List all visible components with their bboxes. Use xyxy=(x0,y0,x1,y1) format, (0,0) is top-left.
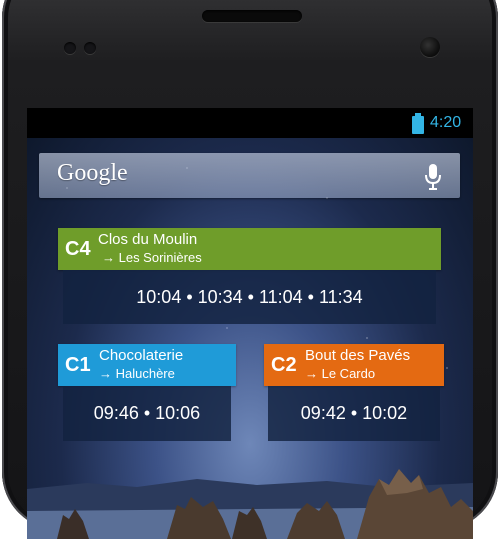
route-code: C1 xyxy=(65,354,91,376)
route-header-c4[interactable]: C4 Clos du Moulin → Les Sorinières xyxy=(58,228,441,270)
departure-times-c4[interactable]: 10:04 • 10:34 • 11:04 • 11:34 xyxy=(63,270,436,324)
direction-label: → Haluchère xyxy=(99,366,175,381)
route-code: C2 xyxy=(271,354,297,376)
earpiece-speaker xyxy=(202,10,302,22)
google-search-bar[interactable]: Google xyxy=(39,153,460,198)
route-header-c2[interactable]: C2 Bout des Pavés → Le Cardo xyxy=(264,344,444,386)
home-screen: 4:20 Google C4 Clos du Moulin → Les Sori… xyxy=(27,108,473,539)
proximity-sensor xyxy=(64,42,76,54)
stop-name: Chocolaterie xyxy=(99,347,184,364)
microphone-icon[interactable] xyxy=(424,162,442,192)
direction-label: → Les Sorinières xyxy=(102,250,202,265)
status-clock: 4:20 xyxy=(430,114,462,131)
stop-name: Bout des Pavés xyxy=(305,347,411,364)
status-bar: 4:20 xyxy=(27,108,473,138)
route-code: C4 xyxy=(65,238,91,260)
route-header-c1[interactable]: C1 Chocolaterie → Haluchère xyxy=(58,344,236,386)
battery-full-icon xyxy=(412,113,424,134)
wallpaper-landscape xyxy=(27,469,473,539)
google-logo: Google xyxy=(57,160,128,186)
direction-label: → Le Cardo xyxy=(305,366,376,381)
departure-times-c2[interactable]: 09:42 • 10:02 xyxy=(268,386,440,441)
light-sensor xyxy=(84,42,96,54)
stop-name: Clos du Moulin xyxy=(98,231,198,248)
front-camera xyxy=(420,37,440,57)
departure-times-c1[interactable]: 09:46 • 10:06 xyxy=(63,386,231,441)
